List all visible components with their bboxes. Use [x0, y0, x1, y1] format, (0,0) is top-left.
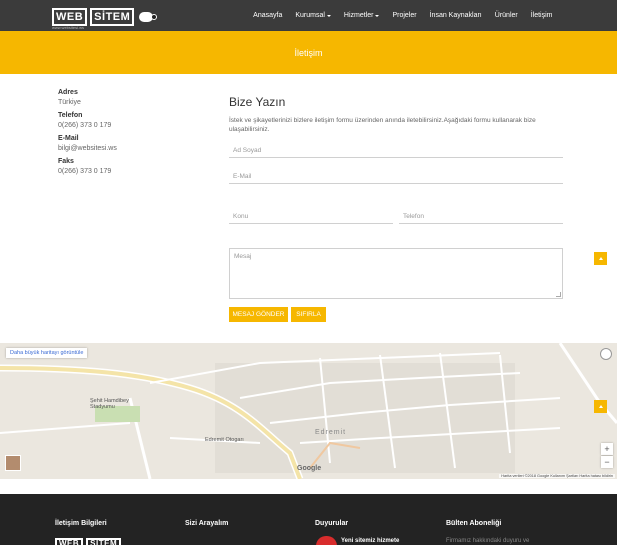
nav-item-urunler[interactable]: Ürünler — [488, 12, 524, 19]
name-input[interactable]: Ad Soyad — [229, 145, 563, 158]
announcement-item[interactable]: Yeni sitemiz hizmete — [341, 538, 399, 544]
site-logo[interactable]: WEB SİTEM — [52, 6, 158, 27]
chevron-down-icon — [326, 14, 331, 17]
nav-label: Projeler — [392, 12, 417, 19]
arrow-up-icon — [598, 257, 603, 260]
nav-label: Ürünler — [494, 12, 518, 19]
satellite-view-toggle[interactable] — [5, 455, 21, 471]
nav-label: İletişim — [530, 12, 553, 19]
scroll-to-top-button-2[interactable] — [594, 400, 607, 413]
footer-contact-title: İletişim Bilgileri — [55, 520, 107, 527]
phone-input[interactable]: Telefon — [399, 211, 563, 224]
nav-item-iletisim[interactable]: İletişim — [524, 12, 559, 19]
main-nav: Anasayfa Kurumsal Hizmetler Projeler İns… — [247, 0, 559, 31]
form-title: Bize Yazın — [229, 95, 286, 109]
city-label: Edremit — [315, 429, 347, 436]
page-title-band: İletişim — [0, 31, 617, 74]
nav-item-anasayfa[interactable]: Anasayfa — [247, 12, 289, 19]
fax-label: Faks — [58, 158, 74, 165]
address-value: Türkiye — [58, 99, 81, 106]
zoom-in-button[interactable]: + — [601, 443, 613, 455]
page-title: İletişim — [294, 47, 323, 58]
contact-info: Adres Türkiye Telefon 0(266) 373 0 179 E… — [58, 88, 198, 180]
arrow-up-icon — [598, 405, 603, 408]
send-message-button[interactable]: MESAJ GÖNDER — [229, 307, 288, 322]
site-footer: İletişim Bilgileri Sizi Arayalım Duyurul… — [0, 494, 617, 545]
email-value[interactable]: bilgi@websitesi.ws — [58, 143, 198, 154]
map-attribution[interactable]: Harita verileri ©2018 Google Kullanım Şa… — [499, 474, 615, 478]
message-textarea[interactable]: Mesaj — [229, 248, 563, 299]
nav-label: Anasayfa — [253, 12, 283, 19]
footer-newsletter-title: Bülten Aboneliği — [446, 520, 502, 527]
map-roads — [0, 343, 617, 479]
stadium-label: Şehit Hamdibey Stadyumu — [90, 398, 129, 410]
fax-value: 0(266) 373 0 179 — [58, 168, 112, 175]
top-navbar: WEB SİTEM www.websitesi.ws Anasayfa Kuru… — [0, 0, 617, 31]
footer-callback-title: Sizi Arayalım — [185, 520, 229, 527]
sheep-icon — [137, 10, 158, 24]
nav-item-projeler[interactable]: Projeler — [386, 12, 423, 19]
google-map[interactable]: Daha büyük haritayı görüntüle Şehit Hamd… — [0, 343, 617, 479]
message-placeholder: Mesaj — [234, 253, 252, 260]
compass-icon[interactable] — [600, 348, 612, 360]
nav-item-insan-kaynaklari[interactable]: İnsan Kaynakları — [423, 12, 488, 19]
nav-label: Kurumsal — [295, 12, 325, 19]
zoom-out-button[interactable]: − — [601, 456, 613, 468]
nav-item-kurumsal[interactable]: Kurumsal — [289, 12, 338, 19]
bus-station-label: Edremit Otogarı — [205, 437, 244, 443]
larger-map-link[interactable]: Daha büyük haritayı görüntüle — [6, 348, 88, 358]
phone-value: 0(266) 373 0 179 — [58, 122, 112, 129]
nav-label: İnsan Kaynakları — [429, 12, 482, 19]
reset-button[interactable]: SIFIRLA — [291, 307, 326, 322]
chevron-down-icon — [375, 14, 380, 17]
footer-announcements-title: Duyurular — [315, 520, 349, 527]
announcement-thumbnail — [316, 536, 337, 545]
phone-label: Telefon — [58, 112, 83, 119]
google-logo: Google — [297, 465, 322, 472]
subject-input[interactable]: Konu — [229, 211, 393, 224]
nav-label: Hizmetler — [343, 12, 374, 19]
resize-handle-icon[interactable] — [556, 292, 561, 297]
logo-part-web: WEB — [55, 538, 84, 545]
logo-part-sitem: SİTEM — [90, 7, 135, 26]
address-label: Adres — [58, 89, 78, 96]
footer-logo[interactable]: WEB SİTEM — [55, 538, 122, 545]
logo-part-web: WEB — [52, 7, 88, 26]
nav-item-hizmetler[interactable]: Hizmetler — [337, 12, 386, 19]
logo-tagline: www.websitesi.ws — [52, 25, 85, 30]
email-label: E-Mail — [58, 135, 79, 142]
scroll-to-top-button[interactable] — [594, 252, 607, 265]
form-description: İstek ve şikayetlerinizi bizlere iletişi… — [229, 117, 536, 133]
logo-part-sitem: SİTEM — [86, 538, 122, 545]
email-input[interactable]: E-Mail — [229, 171, 563, 184]
newsletter-text: Firmamız hakkındaki duyuru ve — [446, 538, 530, 544]
contact-form-header: Bize Yazın İstek ve şikayetlerinizi bizl… — [229, 95, 564, 134]
